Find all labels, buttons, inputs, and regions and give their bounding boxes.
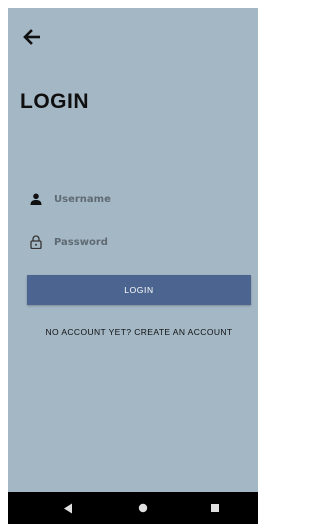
password-input[interactable] (54, 236, 234, 248)
square-recents-icon (211, 504, 219, 512)
nav-home-button[interactable] (135, 500, 151, 516)
page-title: LOGIN (20, 90, 89, 113)
create-account-link[interactable]: NO ACCOUNT YET? CREATE AN ACCOUNT (8, 327, 270, 337)
username-input[interactable] (54, 193, 234, 205)
back-button[interactable] (20, 26, 44, 48)
lock-icon (28, 234, 44, 250)
password-field[interactable] (28, 231, 248, 253)
circle-home-icon (138, 503, 148, 513)
username-field[interactable] (28, 188, 248, 210)
system-navigation-bar (8, 492, 258, 524)
person-icon (28, 191, 44, 207)
login-button[interactable]: LOGIN (27, 275, 251, 305)
nav-back-button[interactable] (60, 500, 76, 516)
triangle-back-icon (64, 503, 72, 513)
device-frame: LOGIN LOGIN NO ACCOUNT YET? CREATE AN AC… (0, 0, 266, 524)
arrow-left-icon (23, 29, 40, 45)
nav-recents-button[interactable] (207, 500, 223, 516)
